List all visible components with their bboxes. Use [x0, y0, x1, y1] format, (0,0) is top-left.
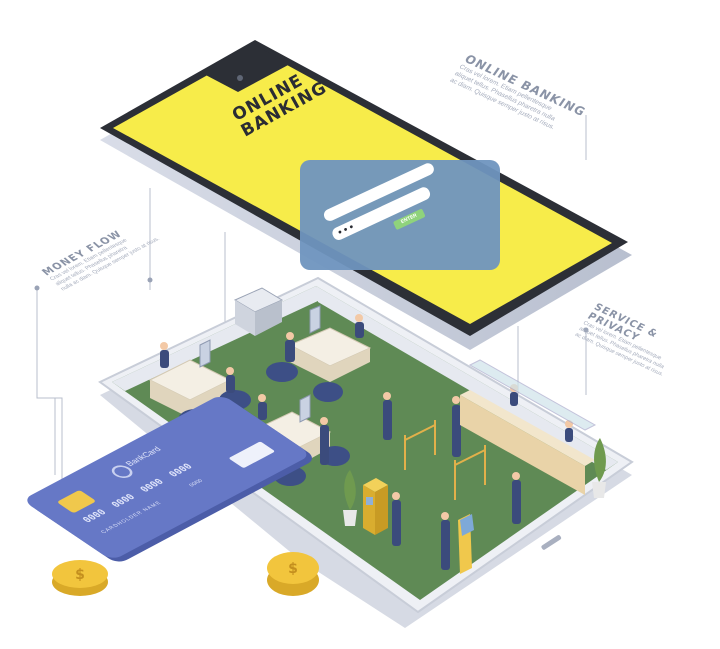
dollar-coin-icon: $ $ [52, 552, 319, 596]
card-stripe [228, 441, 276, 469]
card-brand: BankCard [123, 445, 164, 468]
svg-text:$: $ [75, 567, 85, 583]
svg-text:$: $ [288, 561, 298, 577]
card-chip-icon [56, 489, 97, 514]
card-expiry: 00/00 [188, 478, 205, 488]
atm-icon [363, 478, 388, 535]
